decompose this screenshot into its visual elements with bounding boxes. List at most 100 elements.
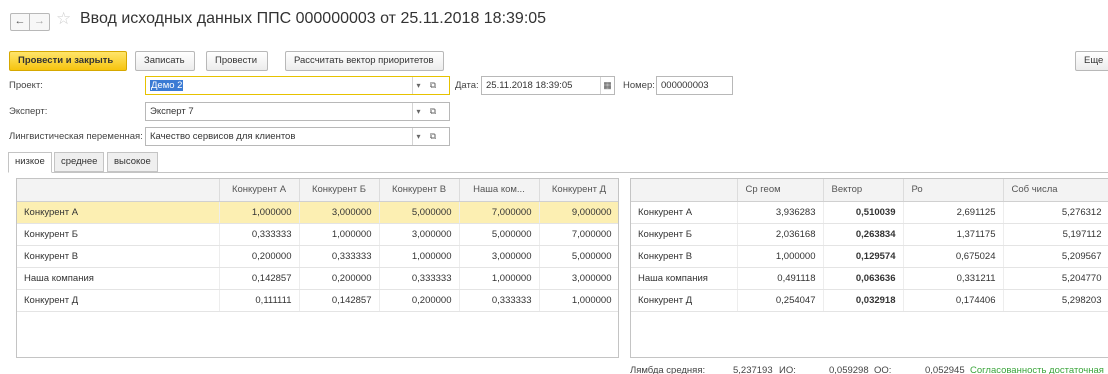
table-cell[interactable]: 1,000000 — [299, 223, 380, 246]
table-cell[interactable]: 1,000000 — [539, 289, 618, 312]
row-name: Конкурент В — [631, 245, 738, 268]
table-cell[interactable]: 0,200000 — [379, 289, 460, 312]
table-cell: 0,263834 — [823, 223, 904, 246]
column-header[interactable]: Вектор — [823, 179, 904, 202]
column-header[interactable]: Соб числа — [1003, 179, 1108, 202]
date-field[interactable]: 25.11.2018 18:39:05 ▦ — [481, 76, 615, 95]
table-row[interactable]: Конкурент А 1,000000 3,000000 5,000000 7… — [17, 201, 618, 224]
table-cell: 5,204770 — [1003, 267, 1108, 290]
consistency-status: Согласованность достаточная — [970, 365, 1104, 374]
table-cell[interactable]: 0,111111 — [219, 289, 300, 312]
table-cell: 5,209567 — [1003, 245, 1108, 268]
oo-label: ОО: — [874, 365, 892, 374]
table-cell[interactable]: 1,000000 — [219, 201, 300, 224]
row-name: Конкурент Б — [631, 223, 738, 246]
row-name: Конкурент Д — [17, 289, 220, 312]
table-row[interactable]: Конкурент Б 0,333333 1,000000 3,000000 5… — [17, 223, 618, 246]
table-cell: 2,036168 — [737, 223, 824, 246]
table-cell[interactable]: 5,000000 — [539, 245, 618, 268]
back-button[interactable]: ← — [10, 13, 30, 31]
table-row[interactable]: Конкурент Д 0,111111 0,142857 0,200000 0… — [17, 289, 618, 312]
lambda-value: 5,237193 — [733, 365, 773, 374]
row-name: Конкурент А — [17, 201, 220, 224]
table-cell[interactable]: 7,000000 — [459, 201, 540, 224]
table-cell[interactable]: 0,200000 — [219, 245, 300, 268]
project-field[interactable]: Демо 2 ▾ ⧉ — [145, 76, 450, 95]
column-header[interactable] — [631, 179, 738, 202]
table-cell: 0,174406 — [903, 289, 1004, 312]
table-cell[interactable]: 0,333333 — [459, 289, 540, 312]
column-header[interactable]: Конкурент А — [219, 179, 300, 202]
column-header[interactable]: Ро — [903, 179, 1004, 202]
calculate-vector-button[interactable]: Рассчитать вектор приоритетов — [285, 51, 444, 71]
table-row[interactable]: Конкурент Б 2,036168 0,263834 1,371175 5… — [631, 223, 1108, 246]
table-header-row: Ср геом Вектор Ро Соб числа — [631, 179, 1108, 202]
forward-button[interactable]: → — [30, 13, 50, 31]
column-header[interactable]: Конкурент В — [379, 179, 460, 202]
open-link-icon[interactable]: ⧉ — [427, 103, 439, 120]
table-cell: 0,491118 — [737, 267, 824, 290]
column-header[interactable]: Ср геом — [737, 179, 824, 202]
table-cell[interactable]: 3,000000 — [299, 201, 380, 224]
table-row[interactable]: Конкурент В 1,000000 0,129574 0,675024 5… — [631, 245, 1108, 268]
project-value: Демо 2 — [150, 80, 184, 91]
table-cell[interactable]: 3,000000 — [379, 223, 460, 246]
table-cell: 5,276312 — [1003, 201, 1108, 224]
table-cell[interactable]: 0,333333 — [299, 245, 380, 268]
table-cell[interactable]: 5,000000 — [459, 223, 540, 246]
table-row[interactable]: Наша компания 0,142857 0,200000 0,333333… — [17, 267, 618, 290]
table-cell[interactable]: 0,142857 — [219, 267, 300, 290]
more-button[interactable]: Еще — [1075, 51, 1108, 71]
table-cell[interactable]: 0,200000 — [299, 267, 380, 290]
expert-value: Эксперт 7 — [150, 106, 194, 117]
open-link-icon[interactable]: ⧉ — [427, 128, 439, 145]
table-cell: 5,197112 — [1003, 223, 1108, 246]
table-row[interactable]: Конкурент В 0,200000 0,333333 1,000000 3… — [17, 245, 618, 268]
calendar-icon[interactable]: ▦ — [600, 77, 614, 94]
post-button[interactable]: Провести — [206, 51, 268, 71]
dropdown-arrow-icon[interactable]: ▾ — [412, 128, 424, 145]
column-header[interactable]: Конкурент Д — [539, 179, 618, 202]
table-cell[interactable]: 3,000000 — [539, 267, 618, 290]
dropdown-arrow-icon[interactable]: ▾ — [412, 77, 424, 94]
date-label: Дата: — [455, 80, 479, 91]
table-row[interactable]: Наша компания 0,491118 0,063636 0,331211… — [631, 267, 1108, 290]
row-name: Конкурент А — [631, 201, 738, 224]
table-row[interactable]: Конкурент Д 0,254047 0,032918 0,174406 5… — [631, 289, 1108, 312]
table-cell: 5,298203 — [1003, 289, 1108, 312]
tab-high[interactable]: высокое — [107, 152, 158, 172]
linguistic-variable-field[interactable]: Качество сервисов для клиентов ▾ ⧉ — [145, 127, 450, 146]
table-cell: 0,510039 — [823, 201, 904, 224]
table-row[interactable]: Конкурент А 3,936283 0,510039 2,691125 5… — [631, 201, 1108, 224]
number-value: 000000003 — [661, 80, 709, 91]
io-label: ИО: — [779, 365, 796, 374]
linguistic-variable-value: Качество сервисов для клиентов — [150, 131, 296, 142]
table-cell[interactable]: 1,000000 — [459, 267, 540, 290]
lambda-label: Лямбда средняя: — [630, 365, 706, 374]
column-header[interactable] — [17, 179, 220, 202]
tab-medium[interactable]: среднее — [54, 152, 105, 172]
table-cell[interactable]: 9,000000 — [539, 201, 618, 224]
table-cell[interactable]: 5,000000 — [379, 201, 460, 224]
priority-vector-table[interactable]: Ср геом Вектор Ро Соб числа Конкурент А … — [630, 178, 1108, 358]
table-cell[interactable]: 1,000000 — [379, 245, 460, 268]
table-cell[interactable]: 0,333333 — [379, 267, 460, 290]
dropdown-arrow-icon[interactable]: ▾ — [412, 103, 424, 120]
favorite-star-icon[interactable]: ☆ — [56, 9, 71, 29]
expert-field[interactable]: Эксперт 7 ▾ ⧉ — [145, 102, 450, 121]
pairwise-matrix-table[interactable]: Конкурент А Конкурент Б Конкурент В Наша… — [16, 178, 619, 358]
column-header[interactable]: Наша ком... — [459, 179, 540, 202]
table-cell: 0,331211 — [903, 267, 1004, 290]
table-cell[interactable]: 0,333333 — [219, 223, 300, 246]
column-header[interactable]: Конкурент Б — [299, 179, 380, 202]
table-cell[interactable]: 7,000000 — [539, 223, 618, 246]
post-and-close-button[interactable]: Провести и закрыть — [9, 51, 127, 71]
number-field[interactable]: 000000003 — [656, 76, 733, 95]
io-value: 0,059298 — [829, 365, 869, 374]
save-button[interactable]: Записать — [135, 51, 195, 71]
table-cell[interactable]: 3,000000 — [459, 245, 540, 268]
tab-low[interactable]: низкое — [8, 152, 52, 173]
date-value: 25.11.2018 18:39:05 — [486, 80, 573, 91]
open-link-icon[interactable]: ⧉ — [427, 77, 439, 94]
table-cell[interactable]: 0,142857 — [299, 289, 380, 312]
